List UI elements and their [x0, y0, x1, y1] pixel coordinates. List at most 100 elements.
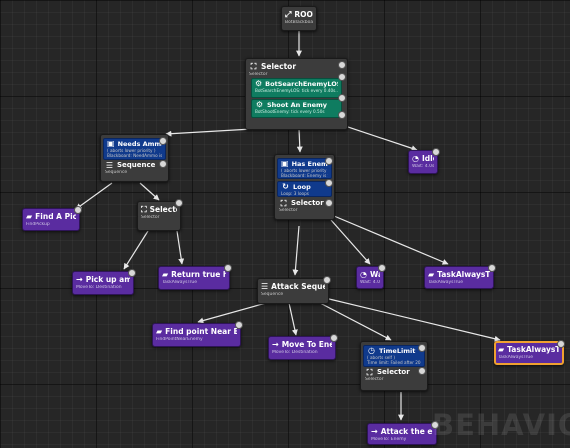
behavior-tree-graph[interactable]: ⤢ ROOT BotBlackboard ⛶ Selector Selector… [0, 0, 570, 448]
time-limit-selector-node[interactable]: ◷ TimeLimit ( aborts self ) Time limit: … [360, 341, 428, 391]
pin[interactable] [338, 73, 346, 81]
wire-ammo-selector-to-return [176, 230, 185, 265]
sequence-icon: ☰ [105, 161, 114, 170]
pin[interactable] [159, 137, 167, 145]
wire-sequence-to-ammo-selector [139, 182, 160, 201]
task-icon: ▰ [26, 212, 33, 221]
move-to-icon: → [76, 275, 83, 284]
move-to-icon: → [371, 427, 378, 436]
root-title: ROOT [294, 10, 313, 19]
pin[interactable] [325, 157, 333, 165]
needs-ammo-sequence-node[interactable]: ▣ Needs Ammo ( aborts lower priority ) B… [100, 134, 169, 182]
has-enemy-selector-title: Selector [291, 199, 324, 207]
task-always-true-node-1[interactable]: ▰ TaskAlwaysTrue TaskAlwaysTrue [424, 264, 496, 289]
decorator-loop[interactable]: ↻ Loop Loop: 3 loops [277, 181, 332, 197]
selector-icon: ⛶ [250, 62, 257, 71]
idle-task-node[interactable]: ◔ Idle Wait: 4.0s [408, 148, 440, 174]
wire-has-enemy-to-wait [330, 219, 371, 265]
time-limit-selector-title: Selector [377, 368, 410, 376]
idle-title: Idle [421, 154, 434, 163]
selector-icon: ⛶ [366, 368, 373, 377]
pin[interactable] [432, 148, 440, 156]
ammo-selector-title: Selector [149, 205, 177, 214]
pin[interactable] [74, 206, 82, 214]
pin[interactable] [235, 321, 243, 329]
pin[interactable] [557, 340, 565, 348]
move-to-icon: → [272, 340, 279, 349]
move-to-enemy-title: Move To Enemy [281, 340, 332, 349]
return-true-hack-task-node[interactable]: ▰ Return true hack TaskAlwaysTrue [158, 264, 232, 290]
wire-attack-to-find-point [197, 302, 267, 324]
pin[interactable] [488, 264, 496, 272]
pick-up-ammo-task-node[interactable]: → Pick up ammo MoveTo: Destination [72, 269, 136, 295]
task-always-true-2-title: TaskAlwaysTrue [507, 345, 560, 354]
return-true-hack-title: Return true hack [171, 270, 226, 279]
pick-up-ammo-title: Pick up ammo [85, 275, 130, 284]
pin[interactable] [378, 264, 386, 272]
selector-icon: ⛶ [280, 199, 287, 208]
wire-has-enemy-to-attack [292, 225, 300, 276]
find-point-near-enemy-title: Find point Near Enemy [165, 327, 237, 336]
loop-icon: ↻ [282, 183, 289, 191]
wait-task-node[interactable]: ◔ Wait Wait: 4.0s [356, 264, 386, 289]
task-always-true-1-title: TaskAlwaysTrue [437, 270, 490, 279]
pin[interactable] [330, 334, 338, 342]
selector-icon: ⛶ [141, 205, 147, 214]
sequence-icon: ☰ [261, 282, 269, 291]
find-a-pickup-task-node[interactable]: ▰ Find A Pickup FindPickup [22, 206, 82, 231]
task-icon: ▰ [428, 270, 435, 279]
find-point-near-enemy-task-node[interactable]: ▰ Find point Near Enemy FindPointNearEne… [152, 321, 243, 347]
service-shoot-an-enemy[interactable]: ⚙ Shoot An Enemy BotShootEnemy: tick eve… [251, 99, 342, 118]
blackboard-icon: ▣ [281, 160, 289, 168]
wire-selector-to-idle [341, 124, 418, 152]
attack-sequence-node[interactable]: ☰ Attack Sequence Sequence [257, 276, 331, 304]
wait-title: Wait [369, 270, 380, 279]
wire-sequence-to-find-pickup [75, 182, 113, 210]
pin[interactable] [418, 367, 426, 375]
pin[interactable] [128, 269, 136, 277]
wire-selector-to-has-enemy [296, 128, 303, 153]
move-to-enemy-task-node[interactable]: → Move To Enemy MoveTo: Destination [268, 334, 338, 360]
needs-ammo-sequence-title: Sequence [117, 161, 156, 169]
attack-the-enemy-task-node[interactable]: → Attack the enemy MoveTo: Enemy [367, 421, 439, 445]
attack-the-enemy-title: Attack the enemy [380, 427, 433, 436]
ammo-selector-node[interactable]: ⛶ Selector Selector [137, 199, 183, 231]
attack-sequence-title: Attack Sequence [271, 282, 325, 291]
pin[interactable] [325, 199, 333, 207]
pin[interactable] [325, 179, 333, 187]
pin[interactable] [338, 61, 346, 69]
find-a-pickup-title: Find A Pickup [35, 212, 76, 221]
wire-selector-to-needs-ammo [165, 128, 253, 137]
service-icon: ⚙ [255, 101, 264, 109]
wire-ammo-selector-to-pick-up [123, 230, 149, 270]
has-enemy-selector-node[interactable]: ▣ Has Enemy ( aborts lower priority ) Bl… [274, 154, 335, 220]
root-icon: ⤢ [285, 10, 292, 19]
time-limit-icon: ◷ [368, 347, 375, 355]
service-icon: ⚙ [255, 80, 263, 88]
root-node[interactable]: ⤢ ROOT BotBlackboard [281, 6, 317, 31]
pin[interactable] [175, 199, 183, 207]
task-icon: ▰ [156, 327, 163, 336]
task-always-true-node-2[interactable]: ▰ TaskAlwaysTrue TaskAlwaysTrue [494, 340, 565, 365]
task-icon: ▰ [498, 345, 505, 354]
service-bot-search-enemy-los[interactable]: ⚙ BotSearchEnemyLOS BotSearchEnemyLOS: t… [251, 78, 342, 98]
pin[interactable] [159, 160, 167, 168]
pin[interactable] [224, 264, 232, 272]
wait-icon: ◔ [412, 154, 419, 163]
root-selector-title: Selector [261, 62, 297, 71]
pin[interactable] [338, 111, 346, 119]
pin[interactable] [338, 94, 346, 102]
pin[interactable] [323, 276, 331, 284]
behavior-tree-watermark: BEHAVIOR [432, 408, 570, 442]
task-icon: ▰ [162, 270, 169, 279]
wire-attack-to-move-to [288, 302, 298, 336]
wire-has-enemy-to-task1 [333, 215, 449, 265]
root-selector-node[interactable]: ⛶ Selector Selector ⚙ BotSearchEnemyLOS … [245, 58, 348, 130]
blackboard-icon: ▣ [107, 140, 115, 148]
decorator-has-enemy[interactable]: ▣ Has Enemy ( aborts lower priority ) Bl… [277, 158, 332, 179]
decorator-needs-ammo[interactable]: ▣ Needs Ammo ( aborts lower priority ) B… [103, 138, 166, 160]
pin[interactable] [418, 344, 426, 352]
root-subtitle: BotBlackboard [285, 20, 313, 25]
wait-icon: ◔ [360, 270, 367, 279]
decorator-time-limit[interactable]: ◷ TimeLimit ( aborts self ) Time limit: … [363, 345, 425, 367]
